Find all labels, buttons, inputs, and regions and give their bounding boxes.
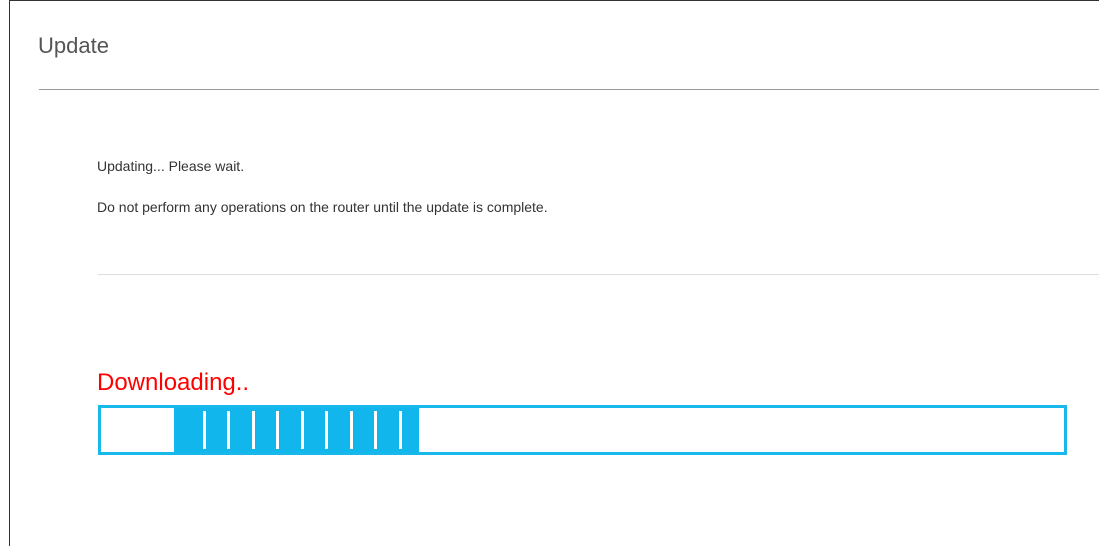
page-title: Update bbox=[38, 33, 109, 58]
progress-stripe bbox=[325, 411, 328, 449]
progress-bar bbox=[98, 405, 1067, 455]
updating-message: Updating... Please wait. bbox=[97, 158, 245, 174]
warning-message: Do not perform any operations on the rou… bbox=[97, 199, 548, 215]
progress-stripe bbox=[301, 411, 304, 449]
progress-stripe bbox=[374, 411, 377, 449]
progress-stripe bbox=[227, 411, 230, 449]
section-divider bbox=[98, 274, 1099, 275]
progress-stripe bbox=[276, 411, 279, 449]
progress-stripe bbox=[350, 411, 353, 449]
title-divider bbox=[39, 89, 1099, 90]
progress-fill bbox=[174, 408, 419, 452]
update-panel: Update Updating... Please wait. Do not p… bbox=[9, 0, 1099, 546]
download-status: Downloading.. bbox=[97, 369, 250, 396]
progress-stripe bbox=[252, 411, 255, 449]
progress-stripe bbox=[399, 411, 402, 449]
progress-stripe bbox=[203, 411, 206, 449]
